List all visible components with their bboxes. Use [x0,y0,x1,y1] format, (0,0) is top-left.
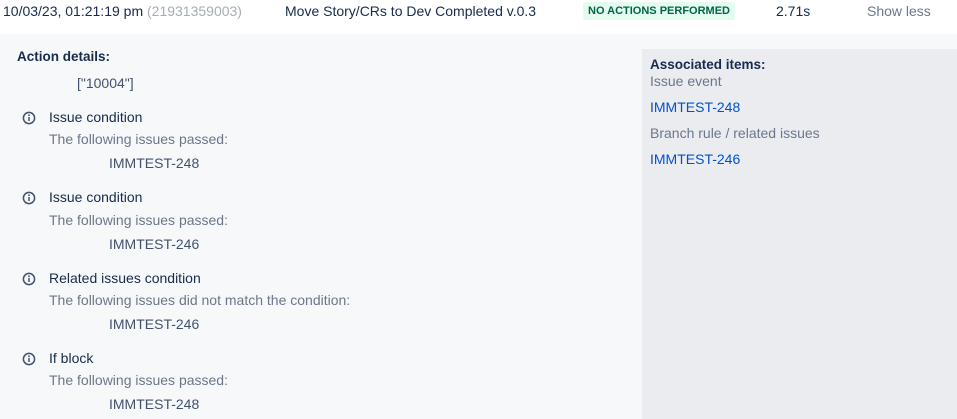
associated-group-label: Issue event [650,73,722,89]
info-icon [22,272,36,286]
condition-title: Issue condition [49,109,143,125]
condition-title: If block [49,350,94,366]
condition-issue-key: IMMTEST-248 [109,155,200,171]
execution-timestamp: 10/03/23, 01:21:19 pm (21931359003) [3,3,242,19]
condition-issue-key: IMMTEST-246 [109,316,200,332]
info-icon [22,111,36,125]
action-details-title: Action details: [17,49,111,64]
associated-issue-link[interactable]: IMMTEST-246 [650,150,740,168]
condition-description: The following issues passed: [49,131,228,147]
action-details-value: ["10004"] [77,75,134,91]
execution-duration: 2.71s [776,3,811,19]
rule-name: Move Story/CRs to Dev Completed v.0.3 [285,3,537,19]
execution-id: (21931359003) [147,3,242,19]
info-icon [22,352,36,366]
condition-title: Related issues condition [49,270,201,286]
condition-title: Issue condition [49,189,143,205]
condition-description: The following issues did not match the c… [49,292,351,308]
show-less-link[interactable]: Show less [867,2,931,20]
status-badge: NO ACTIONS PERFORMED [583,2,735,20]
condition-description: The following issues passed: [49,372,228,388]
associated-group-label: Branch rule / related issues [650,125,820,141]
info-icon [22,191,36,205]
associated-issue-link[interactable]: IMMTEST-248 [650,98,740,116]
condition-description: The following issues passed: [49,212,228,228]
execution-row-header[interactable]: 10/03/23, 01:21:19 pm (21931359003) Move… [0,0,957,34]
condition-issue-key: IMMTEST-248 [109,396,200,412]
condition-issue-key: IMMTEST-246 [109,236,200,252]
